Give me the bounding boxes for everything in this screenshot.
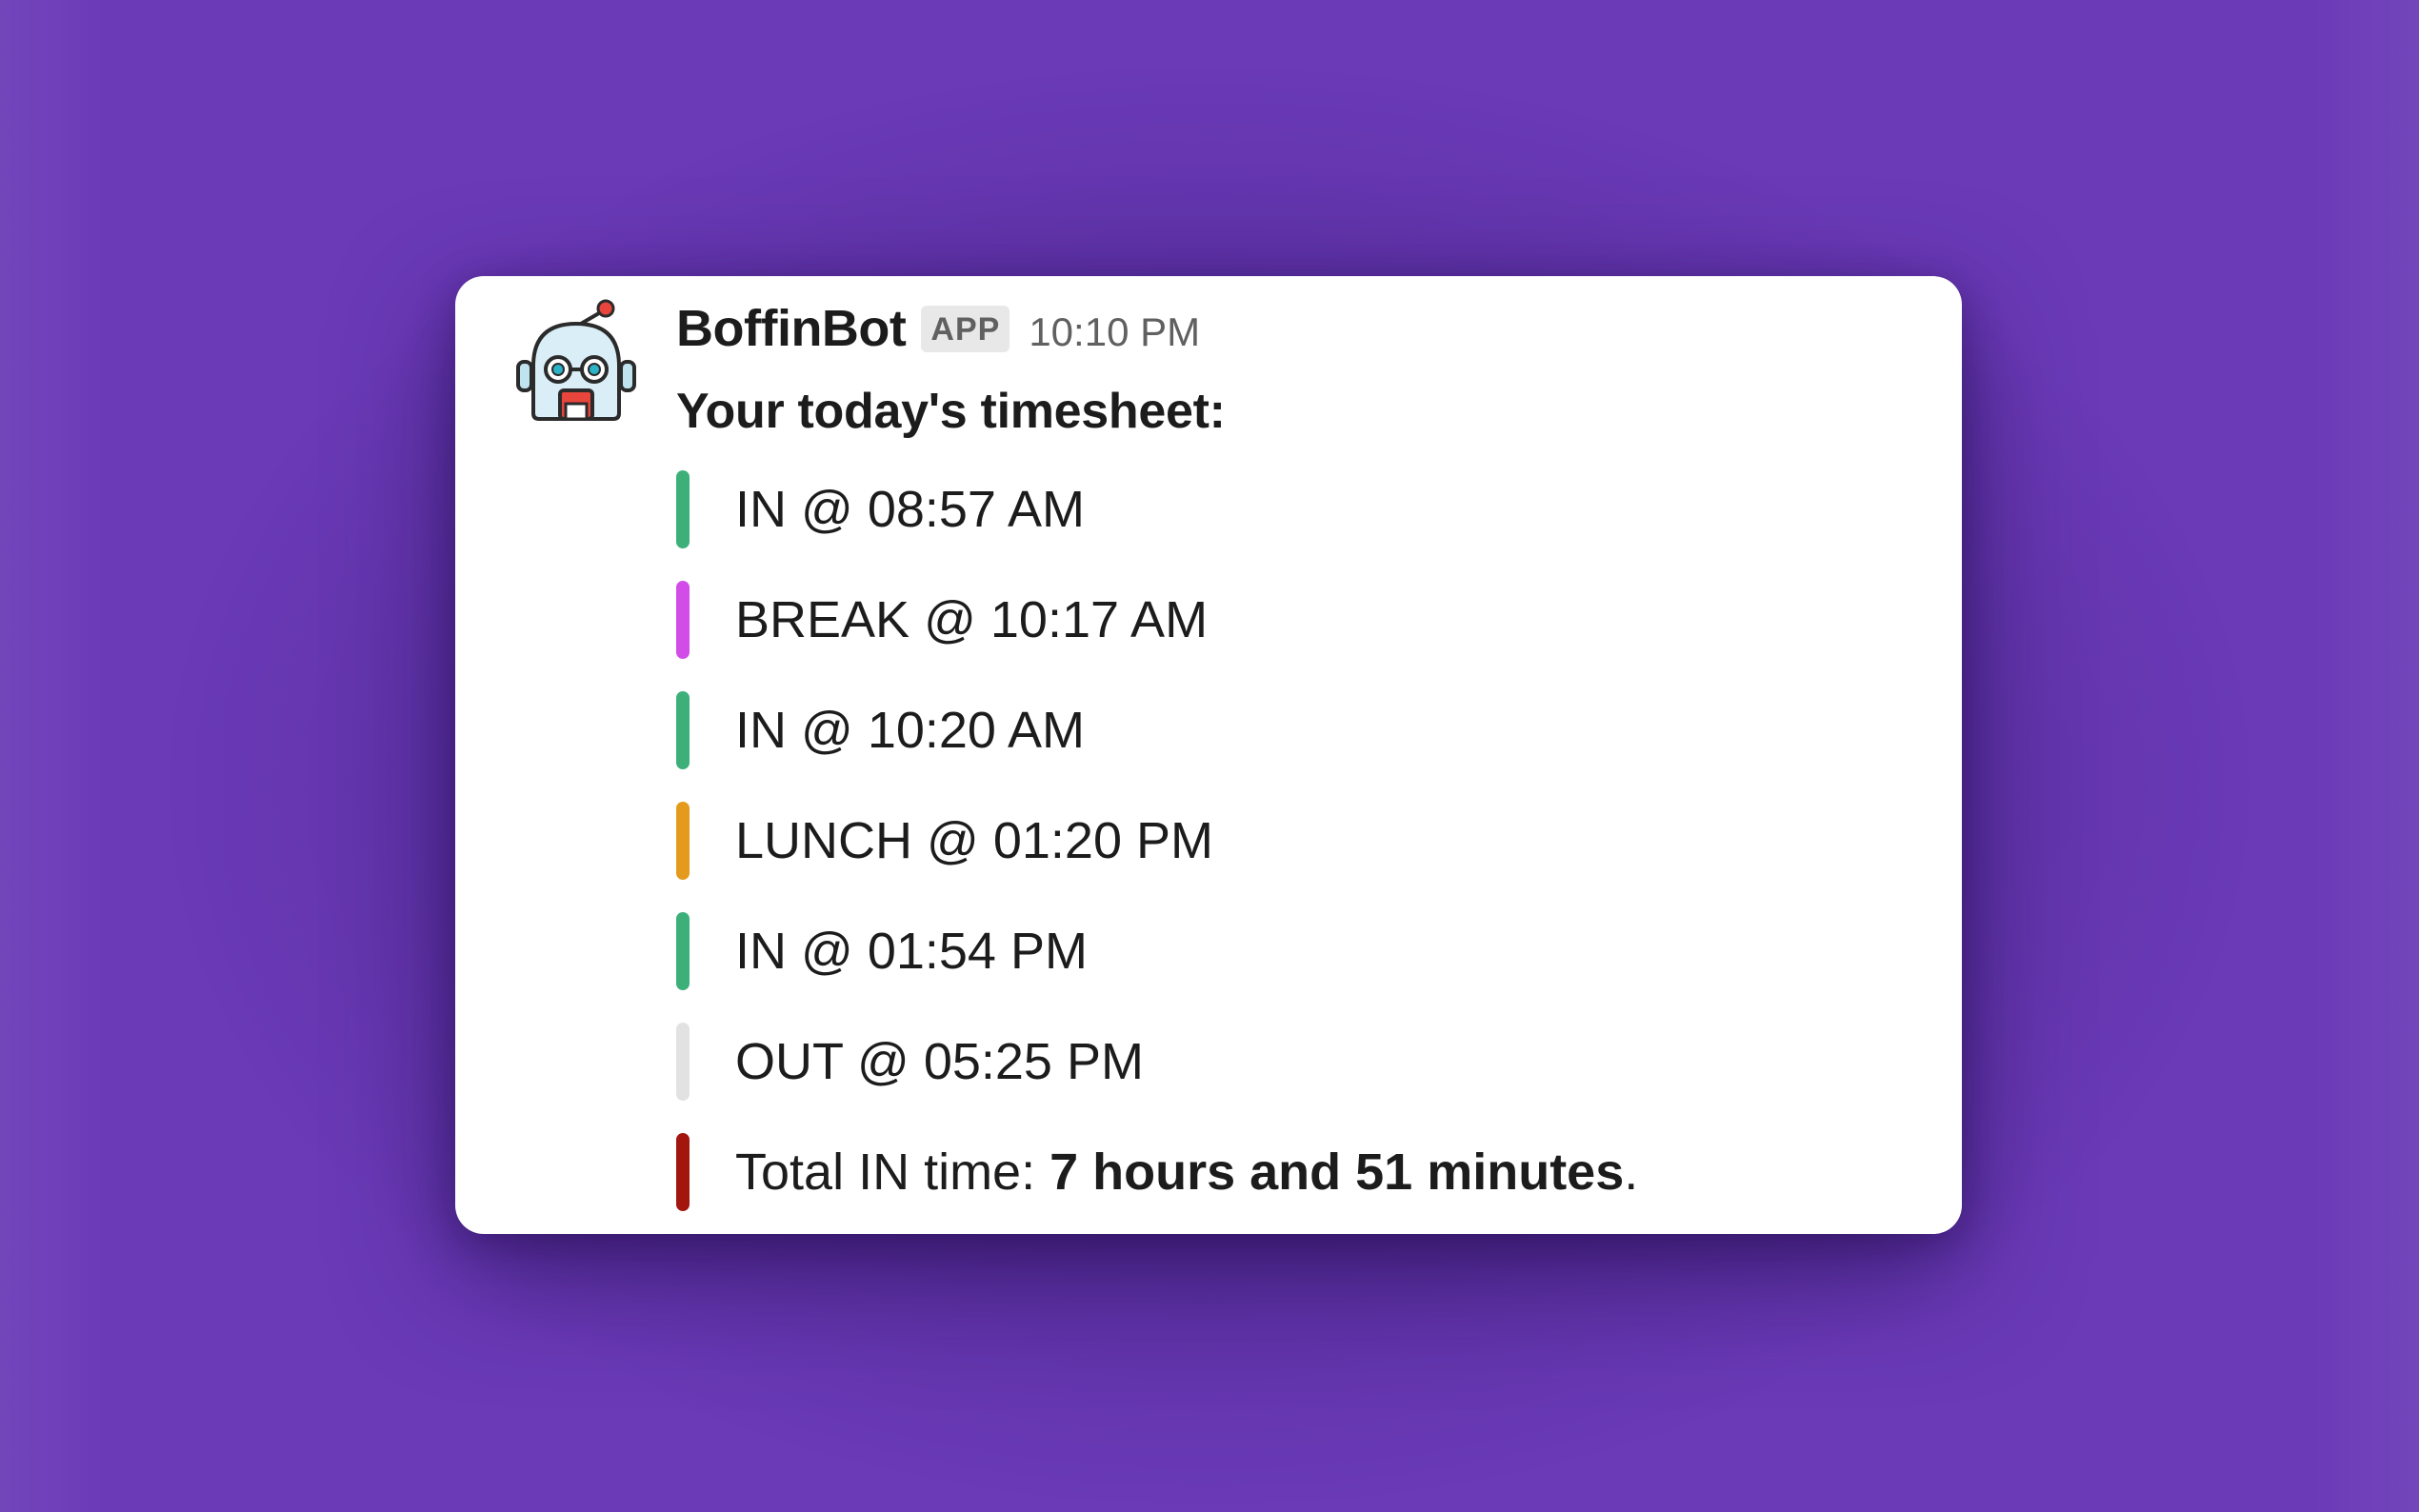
timesheet-entry: IN @ 01:54 PM [676, 912, 1088, 990]
entry-color-bar [676, 581, 690, 659]
entry-text: LUNCH @ 01:20 PM [735, 812, 1213, 869]
total-suffix: . [1624, 1144, 1639, 1201]
timesheet-entry: OUT @ 05:25 PM [676, 1023, 1144, 1101]
entry-text: IN @ 10:20 AM [735, 702, 1085, 759]
message-intro: Your today's timesheet: [676, 384, 1226, 439]
timesheet-entry: LUNCH @ 01:20 PM [676, 802, 1213, 880]
entry-color-bar [676, 1023, 690, 1101]
robot-icon [516, 299, 636, 421]
entry-text: BREAK @ 10:17 AM [735, 591, 1209, 648]
author-name[interactable]: BoffinBot [676, 299, 907, 358]
message-card: BoffinBot APP 10:10 PM Your today's time… [455, 276, 1962, 1234]
total-prefix: Total IN time: [735, 1144, 1050, 1201]
entry-text: IN @ 01:54 PM [735, 923, 1088, 980]
total-entry: Total IN time: 7 hours and 51 minutes. [676, 1133, 1638, 1211]
timesheet-entry: BREAK @ 10:17 AM [676, 581, 1208, 659]
total-color-bar [676, 1133, 690, 1211]
timesheet-entry: IN @ 08:57 AM [676, 470, 1085, 548]
entry-color-bar [676, 912, 690, 990]
message-header: BoffinBot APP 10:10 PM [676, 295, 1200, 362]
total-value: 7 hours and 51 minutes [1050, 1144, 1625, 1201]
entry-text: IN @ 08:57 AM [735, 481, 1085, 538]
timesheet-entry: IN @ 10:20 AM [676, 691, 1085, 769]
bot-avatar[interactable] [512, 299, 640, 427]
entry-color-bar [676, 802, 690, 880]
message-timestamp[interactable]: 10:10 PM [1029, 309, 1200, 355]
total-text: Total IN time: 7 hours and 51 minutes. [735, 1143, 1638, 1202]
entry-color-bar [676, 691, 690, 769]
app-badge: APP [921, 305, 1010, 352]
entry-color-bar [676, 470, 690, 548]
entry-text: OUT @ 05:25 PM [735, 1033, 1144, 1090]
